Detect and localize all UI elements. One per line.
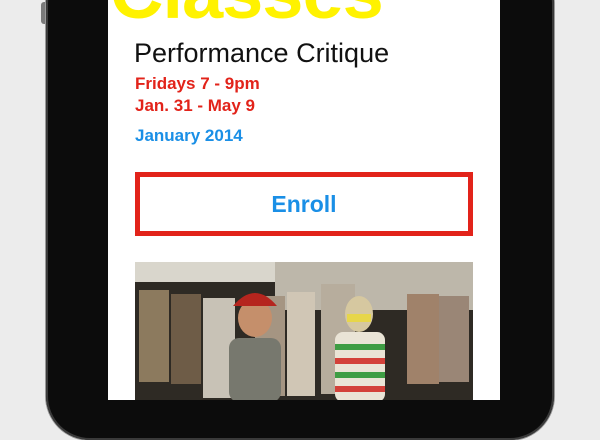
class-photo [135,262,473,400]
class-title: Performance Critique [134,38,390,68]
page-title: Classes [110,0,384,30]
enroll-button[interactable]: Enroll [135,172,473,236]
class-dates: Jan. 31 - May 9 [135,96,256,115]
class-time: Fridays 7 - 9pm [135,74,260,93]
app-screen: Classes Performance Critique Fridays 7 -… [108,0,500,400]
class-term: January 2014 [135,126,243,145]
